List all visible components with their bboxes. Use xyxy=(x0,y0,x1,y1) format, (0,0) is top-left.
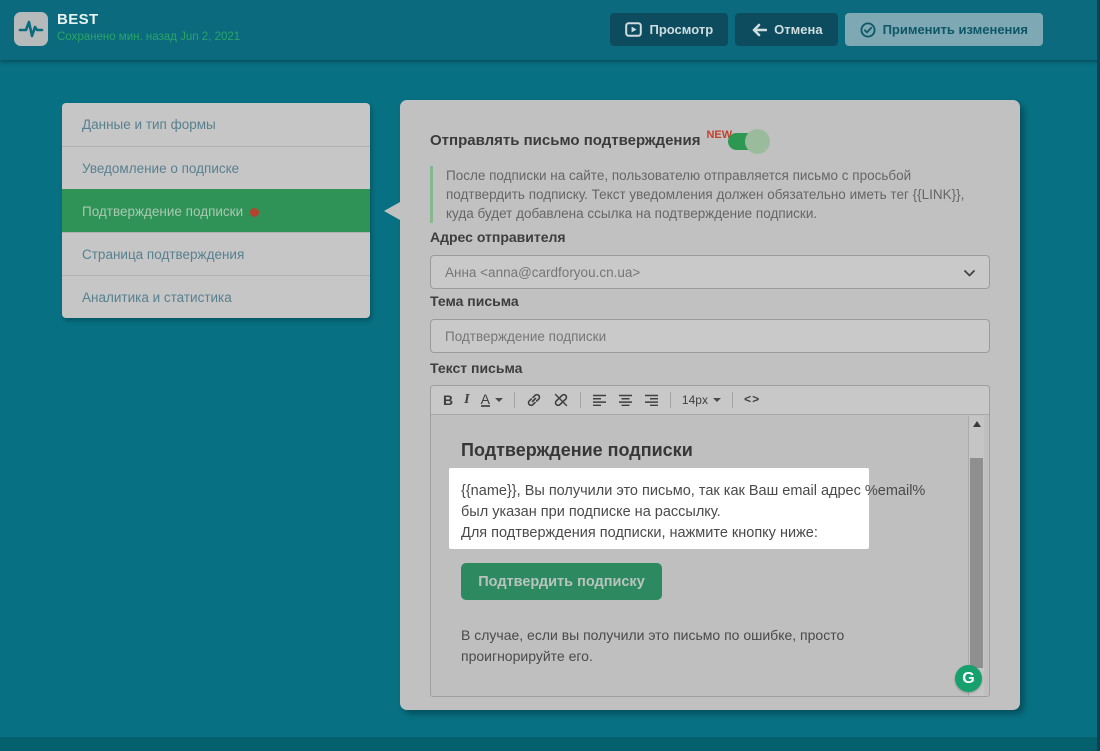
sidebar-item-analytics[interactable]: Аналитика и статистика xyxy=(62,275,370,318)
send-confirmation-label: Отправлять письмо подтвержденияNEW xyxy=(430,129,732,149)
sidebar-item-confirmation-page[interactable]: Страница подтверждения xyxy=(62,232,370,275)
paragraph-line: {{name}}, Вы получили это письмо, так ка… xyxy=(461,481,869,502)
chevron-down-icon xyxy=(964,265,975,280)
app-window: BEST Сохранено мин. назад Jun 2, 2021 Пр… xyxy=(0,0,1100,751)
apply-changes-button-label: Применить изменения xyxy=(883,22,1028,37)
confirm-subscription-button[interactable]: Подтвердить подписку xyxy=(461,563,662,600)
align-center-icon xyxy=(618,394,633,406)
align-right-button[interactable] xyxy=(644,394,659,406)
cancel-button[interactable]: Отмена xyxy=(735,13,837,46)
sender-address-value: Анна <anna@cardforyou.cn.ua> xyxy=(445,265,640,280)
sidebar-item-label: Подтверждение подписки xyxy=(82,204,243,219)
page-title: BEST xyxy=(57,11,99,28)
align-center-button[interactable] xyxy=(618,394,633,406)
font-size-select[interactable]: 14px xyxy=(682,393,721,407)
bold-button[interactable]: B xyxy=(443,392,453,408)
toolbar-separator xyxy=(580,392,581,408)
email-body-editor: B I A xyxy=(430,385,990,697)
align-left-icon xyxy=(592,394,607,406)
email-heading: Подтверждение подписки xyxy=(461,440,693,461)
subject-label: Тема письма xyxy=(430,293,519,309)
sidebar-item-form-data[interactable]: Данные и тип формы xyxy=(62,103,370,146)
sender-address-label: Адрес отправителя xyxy=(430,229,566,245)
highlighted-paragraph[interactable]: {{name}}, Вы получили это письмо, так ка… xyxy=(449,468,869,549)
preview-button[interactable]: Просмотр xyxy=(610,13,728,46)
subject-input[interactable]: Подтверждение подписки xyxy=(430,319,990,353)
editor-scrollbar[interactable] xyxy=(968,416,984,696)
toolbar-separator xyxy=(732,392,733,408)
sidebar-item-label: Аналитика и статистика xyxy=(82,290,232,305)
saved-status: Сохранено мин. назад Jun 2, 2021 xyxy=(57,31,240,43)
editor-content-area[interactable]: Подтверждение подписки {{name}}, Вы полу… xyxy=(431,416,989,696)
remove-link-button[interactable] xyxy=(553,392,569,408)
app-logo xyxy=(14,12,48,46)
sidebar-item-subscription-confirmation[interactable]: Подтверждение подписки xyxy=(62,189,370,232)
active-section-pointer xyxy=(384,202,400,220)
email-footer-text: В случае, если вы получили это письмо по… xyxy=(461,625,844,667)
scrollbar-thumb[interactable] xyxy=(970,458,983,668)
settings-panel: Отправлять письмо подтвержденияNEW После… xyxy=(400,100,1020,710)
apply-changes-button[interactable]: Применить изменения xyxy=(845,13,1043,46)
cancel-button-label: Отмена xyxy=(774,22,822,37)
scrollbar-up-arrow[interactable] xyxy=(969,416,984,432)
paragraph-line: был указан при подписке на рассылку. xyxy=(461,502,869,523)
sidebar-item-label: Страница подтверждения xyxy=(82,247,244,262)
caret-down-icon xyxy=(495,398,503,402)
sidebar-item-label: Данные и тип формы xyxy=(82,117,216,132)
sidebar-item-label: Уведомление о подписке xyxy=(82,161,239,176)
confirmation-info-text: После подписки на сайте, пользователю от… xyxy=(430,166,982,223)
unlink-icon xyxy=(553,392,569,408)
editor-toolbar: B I A xyxy=(431,386,989,415)
topbar-actions: Просмотр Отмена Применить изменения xyxy=(610,13,1043,46)
send-confirmation-toggle[interactable] xyxy=(728,133,766,150)
link-icon xyxy=(526,392,542,408)
pulse-icon xyxy=(18,18,44,40)
body-label: Текст письма xyxy=(430,360,522,376)
insert-link-button[interactable] xyxy=(526,392,542,408)
check-circle-icon xyxy=(860,22,876,38)
footer-strip xyxy=(0,737,1100,751)
italic-button[interactable]: I xyxy=(464,392,469,408)
arrow-left-icon xyxy=(750,23,767,37)
text-color-button[interactable]: A xyxy=(481,393,503,407)
preview-button-label: Просмотр xyxy=(649,22,713,37)
top-bar: BEST Сохранено мин. назад Jun 2, 2021 Пр… xyxy=(0,0,1100,60)
alert-dot xyxy=(250,208,259,217)
align-right-icon xyxy=(644,394,659,406)
align-left-button[interactable] xyxy=(592,394,607,406)
grammarly-icon[interactable]: G xyxy=(955,665,982,692)
sidebar-item-subscription-notice[interactable]: Уведомление о подписке xyxy=(62,146,370,189)
sender-address-select[interactable]: Анна <anna@cardforyou.cn.ua> xyxy=(430,255,990,289)
subject-value: Подтверждение подписки xyxy=(445,329,606,344)
play-screen-icon xyxy=(625,22,642,37)
paragraph-line: Для подтверждения подписки, нажмите кноп… xyxy=(461,523,869,544)
toolbar-separator xyxy=(514,392,515,408)
source-code-button[interactable]: <> xyxy=(744,393,760,407)
toggle-knob xyxy=(745,129,770,154)
toolbar-separator xyxy=(670,392,671,408)
form-settings-sidebar: Данные и тип формы Уведомление о подписк… xyxy=(62,103,370,318)
caret-down-icon xyxy=(713,398,721,402)
